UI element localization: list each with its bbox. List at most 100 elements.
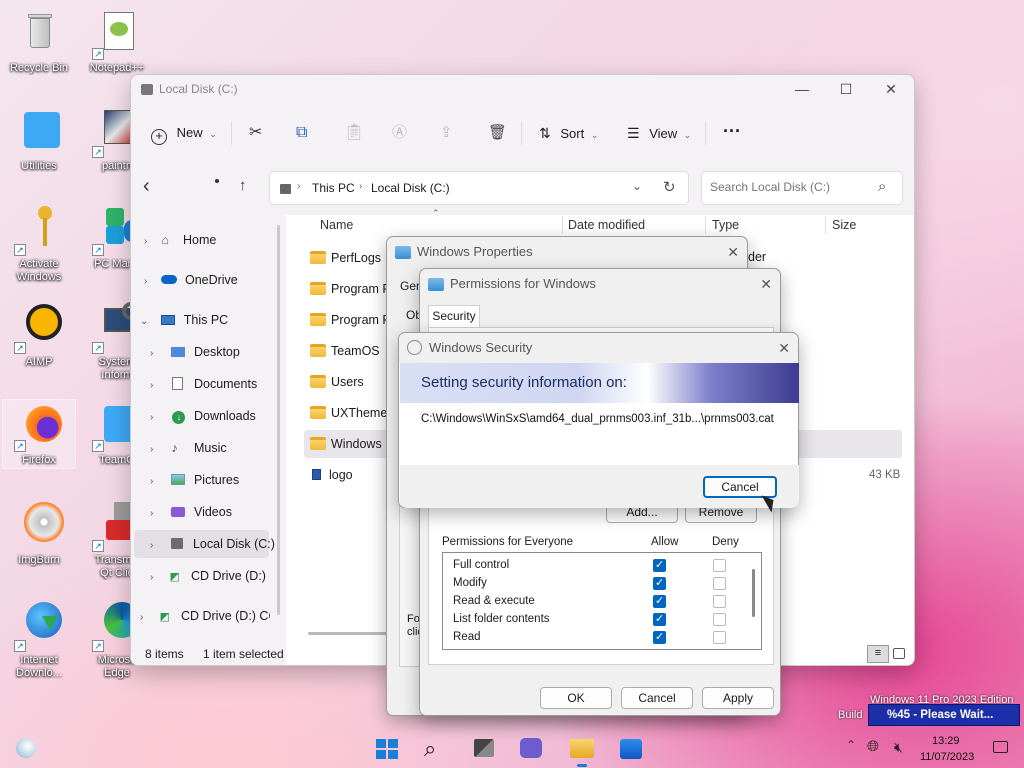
- store-icon[interactable]: [620, 739, 642, 759]
- breadcrumb-this-pc[interactable]: This PC: [312, 181, 355, 195]
- search-box[interactable]: ⌕: [701, 171, 903, 205]
- search-input[interactable]: [710, 180, 870, 194]
- column-header-size[interactable]: Size: [832, 218, 856, 232]
- allow-checkbox[interactable]: [653, 630, 666, 644]
- deny-checkbox[interactable]: [713, 613, 726, 626]
- clock-date[interactable]: 11/07/2023: [920, 751, 974, 763]
- sidebar-item-documents[interactable]: › Documents: [150, 370, 257, 398]
- desktop-icon-aimp[interactable]: ↗ AIMP: [3, 302, 75, 369]
- desktop-icon-recycle-bin[interactable]: Recycle Bin: [3, 8, 75, 75]
- search-taskbar-icon[interactable]: ⌕: [424, 736, 436, 762]
- chevron-up-icon[interactable]: ⌃: [846, 738, 856, 752]
- maximize-button[interactable]: ☐: [823, 75, 869, 103]
- file-row[interactable]: UXThemeP: [310, 398, 396, 428]
- volume-muted-icon[interactable]: 🔇︎: [894, 739, 903, 756]
- sort-button[interactable]: ⇅ Sort ⌄: [539, 119, 598, 147]
- copy-icon[interactable]: ⧉: [296, 119, 307, 147]
- back-arrow-icon[interactable]: ‹: [143, 175, 150, 198]
- deny-checkbox[interactable]: [713, 631, 726, 644]
- column-header-date[interactable]: Date modified: [568, 218, 645, 232]
- folder-icon: [310, 282, 326, 295]
- close-icon[interactable]: ✕: [760, 269, 772, 299]
- title-bar: Local Disk (C:) — ☐ ✕: [131, 75, 914, 103]
- deny-checkbox[interactable]: [713, 577, 726, 590]
- view-button[interactable]: ☰ View ⌄: [627, 119, 691, 147]
- search-icon[interactable]: ⌕: [878, 178, 886, 195]
- rename-icon[interactable]: Ⓐ: [392, 119, 407, 147]
- paste-icon[interactable]: 📋︎: [344, 119, 364, 147]
- refresh-icon[interactable]: ↻: [663, 178, 676, 196]
- sidebar-item-cd-drive[interactable]: › ◩ CD Drive (D:) C(: [150, 562, 270, 590]
- sidebar-item-this-pc[interactable]: ⌄ This PC: [140, 306, 228, 334]
- horizontal-scrollbar[interactable]: [308, 632, 388, 635]
- sidebar-item-home[interactable]: › ⌂ Home: [144, 226, 216, 254]
- desktop-icon-firefox[interactable]: ↗ Firefox: [2, 399, 76, 469]
- column-header-name[interactable]: Name: [320, 218, 353, 232]
- sidebar-item-label: Videos: [193, 505, 232, 519]
- desktop-icon-activate[interactable]: ↗ Activate Windows: [3, 204, 75, 284]
- start-button-icon[interactable]: [376, 739, 398, 759]
- desktop-icon-imgburn[interactable]: ImgBurn: [3, 500, 75, 567]
- minimize-button[interactable]: —: [779, 75, 825, 103]
- sidebar-item-pictures[interactable]: › Pictures: [150, 466, 239, 494]
- deny-checkbox[interactable]: [713, 559, 726, 572]
- close-button[interactable]: ✕: [868, 75, 914, 103]
- list-scrollbar[interactable]: [752, 569, 755, 617]
- file-explorer-taskbar-icon[interactable]: [570, 739, 594, 758]
- allow-checkbox[interactable]: [653, 612, 666, 626]
- tiles-view-icon[interactable]: [893, 648, 905, 659]
- details-view-icon[interactable]: ≡: [867, 645, 889, 663]
- allow-checkbox[interactable]: [653, 576, 666, 590]
- notification-icon[interactable]: [993, 741, 1008, 753]
- sidebar-item-music[interactable]: › ♪ Music: [150, 434, 227, 462]
- tab-security[interactable]: Security: [428, 305, 480, 327]
- desktop-icon-utilities[interactable]: Utilities: [3, 106, 75, 173]
- sidebar-scrollbar[interactable]: [277, 225, 280, 615]
- task-view-icon[interactable]: [474, 739, 494, 757]
- cancel-button[interactable]: Cancel: [621, 687, 693, 709]
- desktop-icon-label: ImgBurn: [18, 554, 60, 566]
- ok-button[interactable]: OK: [540, 687, 612, 709]
- tab-security-label: Security: [432, 309, 476, 323]
- allow-checkbox[interactable]: [653, 594, 666, 608]
- breadcrumb-local-disk[interactable]: Local Disk (C:): [371, 181, 450, 195]
- new-button[interactable]: + New ⌄: [151, 119, 217, 147]
- cut-icon[interactable]: ✂: [249, 119, 262, 147]
- up-arrow-icon[interactable]: ↑: [239, 177, 247, 194]
- chevron-right-icon: ›: [359, 181, 363, 192]
- file-row[interactable]: Program Fil: [310, 305, 396, 335]
- desktop-icon-label: Activate Windows: [16, 258, 62, 283]
- chevron-down-icon[interactable]: ⌄: [632, 179, 642, 193]
- share-icon[interactable]: ⇪: [440, 119, 453, 147]
- file-row[interactable]: Users: [310, 367, 364, 397]
- sidebar-item-desktop[interactable]: › Desktop: [150, 338, 240, 366]
- column-header-type[interactable]: Type: [712, 218, 739, 232]
- widgets-icon[interactable]: [16, 738, 36, 758]
- sidebar-item-local-disk[interactable]: › Local Disk (C:): [150, 530, 275, 558]
- properties-text-fo: Fo: [407, 613, 420, 625]
- teams-icon[interactable]: [520, 738, 542, 758]
- sidebar-item-onedrive[interactable]: › OneDrive: [144, 266, 238, 294]
- delete-icon[interactable]: 🗑︎: [488, 119, 507, 147]
- file-row[interactable]: Program Fil: [310, 274, 396, 304]
- security-cancel-label: Cancel: [721, 480, 759, 494]
- address-bar[interactable]: › This PC › Local Disk (C:) ⌄ ↻: [269, 171, 689, 205]
- sidebar-item-videos[interactable]: › Videos: [150, 498, 232, 526]
- clock-time[interactable]: 13:29: [932, 735, 960, 747]
- close-icon[interactable]: ✕: [778, 333, 790, 363]
- sidebar-item-label: This PC: [183, 313, 229, 327]
- sidebar-item-cd-drive-root[interactable]: › ◩ CD Drive (D:) CCC: [140, 602, 270, 630]
- desktop-icon-idm[interactable]: ↗ Internet Downlo...: [3, 600, 75, 680]
- close-icon[interactable]: ✕: [727, 237, 739, 267]
- sidebar-item-downloads[interactable]: › ↓ Downloads: [150, 402, 256, 430]
- more-options-button[interactable]: ···: [723, 117, 741, 145]
- file-row[interactable]: TeamOS: [310, 336, 380, 366]
- globe-icon[interactable]: 🌐︎: [867, 738, 879, 755]
- desktop-icon-notepad[interactable]: ↗ Notepad++: [81, 8, 153, 75]
- allow-checkbox[interactable]: [653, 558, 666, 572]
- file-row[interactable]: Windows: [310, 429, 382, 459]
- file-row[interactable]: logo: [310, 460, 353, 490]
- file-row[interactable]: PerfLogs: [310, 243, 381, 273]
- apply-button[interactable]: Apply: [702, 687, 774, 709]
- deny-checkbox[interactable]: [713, 595, 726, 608]
